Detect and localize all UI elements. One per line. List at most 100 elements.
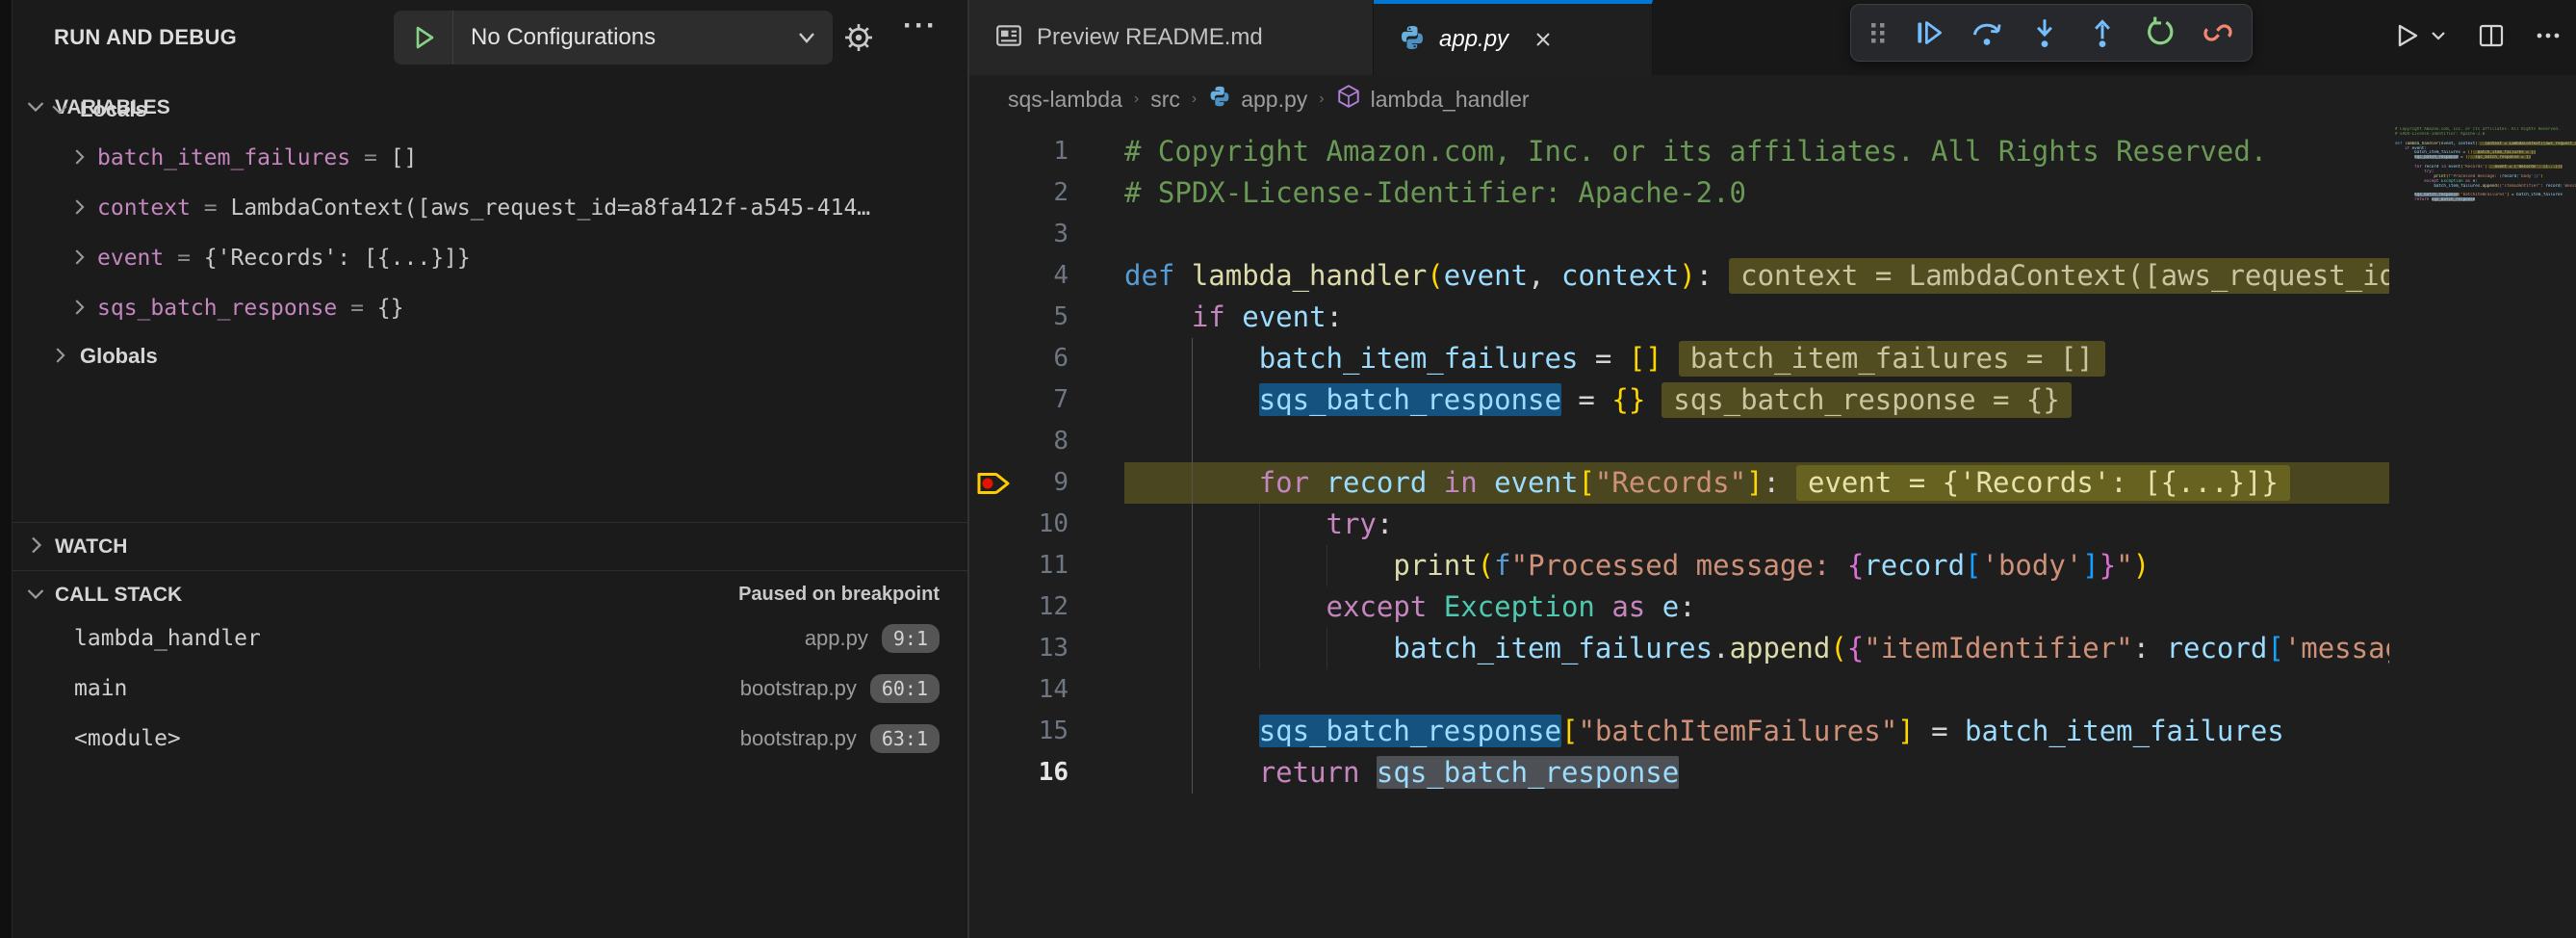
code-line-text: if event: [1124, 297, 1343, 338]
watch-section: WATCH [13, 522, 968, 570]
code-line-7[interactable]: 7 sqs_batch_response = {}sqs_batch_respo… [969, 379, 2389, 421]
call-stack-list: lambda_handlerapp.py9:1main bootstrap.py 6… [13, 613, 968, 764]
watch-section-header[interactable]: WATCH [13, 525, 968, 569]
editor-more-actions-icon[interactable] [2534, 21, 2563, 55]
more-actions-icon[interactable]: ··· [903, 10, 938, 42]
code-line-15[interactable]: 15 sqs_batch_response["batchItemFailures… [969, 711, 2389, 752]
variable-row-batch_item_failures[interactable]: batch_item_failures = [] [13, 133, 968, 183]
line-number: 6 [969, 338, 1069, 379]
step-over-icon[interactable] [1969, 14, 2005, 51]
step-out-icon[interactable] [2084, 14, 2121, 51]
watch-section-label: WATCH [55, 535, 127, 559]
code-line-9[interactable]: 9 for record in event["Records"]:event =… [969, 462, 2389, 504]
frame-name: <module> [74, 714, 181, 764]
stack-frame-row[interactable]: <module>bootstrap.py63:1 [13, 714, 968, 764]
scope-locals[interactable]: Locals [13, 87, 968, 133]
breadcrumb-folder[interactable]: sqs-lambda [1008, 87, 1122, 113]
code-line-13[interactable]: 13 batch_item_failures.append({"itemIden… [969, 628, 2389, 669]
chevron-right-icon [68, 146, 90, 172]
tab-label: Preview README.md [1037, 24, 1263, 51]
tab-app-py[interactable]: app.py [1374, 0, 1653, 75]
call-stack-section-label: CALL STACK [55, 584, 182, 607]
frame-position-badge: 63:1 [870, 724, 940, 753]
minimap[interactable]: # Copyright Amazon.com, Inc. or its affi… [2389, 123, 2576, 938]
tab-label: app.py [1439, 26, 1508, 53]
code-line-5[interactable]: 5 if event: [969, 297, 2389, 338]
sidebar-title: RUN AND DEBUG [54, 0, 237, 75]
breadcrumb-file[interactable]: app.py [1208, 85, 1307, 114]
line-number: 13 [969, 628, 1069, 669]
stack-frame-row[interactable]: main bootstrap.py 60:1 [13, 664, 968, 714]
line-number: 2 [969, 172, 1069, 214]
start-debug-icon[interactable] [394, 11, 453, 65]
chevron-right-icon [49, 345, 70, 371]
variable-row-event[interactable]: event = {'Records': [{...}]} [13, 233, 968, 283]
run-python-file-icon[interactable] [2391, 20, 2422, 56]
frame-name: lambda_handler [74, 613, 261, 664]
line-number: 4 [969, 255, 1069, 297]
restart-icon[interactable] [2142, 14, 2178, 51]
code-line-2[interactable]: 2# SPDX-License-Identifier: Apache-2.0 [969, 172, 2389, 214]
line-number: 1 [969, 131, 1069, 172]
scope-globals[interactable]: Globals [13, 333, 968, 379]
continue-icon[interactable] [1911, 14, 1947, 51]
code-line-text: sqs_batch_response = {}sqs_batch_respons… [1124, 379, 2072, 421]
variable-text: sqs_batch_response = {} [97, 283, 404, 333]
breadcrumb-separator: › [1319, 91, 1324, 108]
close-icon[interactable] [1532, 28, 1555, 51]
code-line-16[interactable]: 16 return sqs_batch_response [969, 752, 2389, 794]
code-line-11[interactable]: 11 print(f"Processed message: {record['b… [969, 545, 2389, 586]
scope-label: Locals [80, 87, 147, 133]
tab-preview-readme[interactable]: Preview README.md [969, 0, 1374, 75]
chevron-down-icon [24, 582, 47, 610]
code-line-text: # Copyright Amazon.com, Inc. or its affi… [1124, 131, 2267, 172]
breadcrumb-symbol[interactable]: lambda_handler [1336, 84, 1530, 115]
debug-configuration-dropdown[interactable]: No Configurations [394, 11, 833, 65]
code-line-6[interactable]: 6 batch_item_failures = []batch_item_fai… [969, 338, 2389, 379]
sidebar-topbar: RUN AND DEBUG No Configurations ··· [13, 0, 968, 75]
line-number: 5 [969, 297, 1069, 338]
disconnect-icon[interactable] [2200, 14, 2236, 51]
toolbar-drag-handle[interactable] [1867, 16, 1890, 49]
line-number: 15 [969, 711, 1069, 752]
code-line-text: try: [1124, 504, 1393, 545]
code-line-8[interactable]: 8 [969, 421, 2389, 462]
variable-row-context[interactable]: context = LambdaContext([aws_request_id=… [13, 183, 968, 233]
call-stack-section: CALL STACK Paused on breakpoint lambda_h… [13, 570, 968, 938]
run-dropdown-chevron-icon[interactable] [2428, 25, 2449, 51]
chevron-down-icon [781, 25, 833, 50]
frame-position-badge: 9:1 [882, 624, 940, 653]
code-line-14[interactable]: 14 [969, 669, 2389, 711]
breadcrumb-folder[interactable]: src [1150, 87, 1180, 113]
frame-file: bootstrap.py [740, 676, 857, 701]
frame-name: main [74, 664, 127, 714]
line-number: 10 [969, 504, 1069, 545]
scope-label: Globals [80, 333, 158, 379]
code-line-text: print(f"Processed message: {record['body… [1124, 545, 2150, 586]
step-into-icon[interactable] [2026, 14, 2063, 51]
code-line-1[interactable]: 1 # Copyright Amazon.com, Inc. or its aff… [969, 131, 2389, 172]
gear-icon[interactable] [842, 21, 875, 59]
line-number: 14 [969, 669, 1069, 711]
minimap-line: return sqs_batch_response [2395, 197, 2576, 202]
code-line-text: except Exception as e: [1124, 586, 1696, 628]
frame-position-badge: 60:1 [870, 674, 940, 703]
code-line-12[interactable]: 12 except Exception as e: [969, 586, 2389, 628]
indent-guide [1192, 421, 1193, 462]
variable-text: batch_item_failures = [] [97, 133, 417, 183]
breakpoint-current-line-icon[interactable] [975, 469, 1016, 503]
editor-group: Preview README.md app.py [967, 0, 2576, 938]
stack-frame-row[interactable]: lambda_handlerapp.py9:1 [13, 613, 968, 664]
inline-debug-value: sqs_batch_response = {} [1662, 382, 2072, 418]
breadcrumb-separator: › [1134, 91, 1139, 108]
code-line-3[interactable]: 3 [969, 214, 2389, 255]
line-number: 12 [969, 586, 1069, 628]
split-editor-icon[interactable] [2476, 20, 2507, 56]
debug-toolbar [1850, 4, 2253, 62]
code-editor[interactable]: 1 # Copyright Amazon.com, Inc. or its aff… [969, 123, 2389, 938]
minimap-line: batch_item_failures.append({"itemIdentif… [2395, 184, 2576, 189]
vscode-window: RUN AND DEBUG No Configurations ··· [0, 0, 2576, 938]
code-line-4[interactable]: 4def lambda_handler(event, context):cont… [969, 255, 2389, 297]
code-line-10[interactable]: 10 try: [969, 504, 2389, 545]
variable-row-sqs_batch_response[interactable]: sqs_batch_response = {} [13, 283, 968, 333]
